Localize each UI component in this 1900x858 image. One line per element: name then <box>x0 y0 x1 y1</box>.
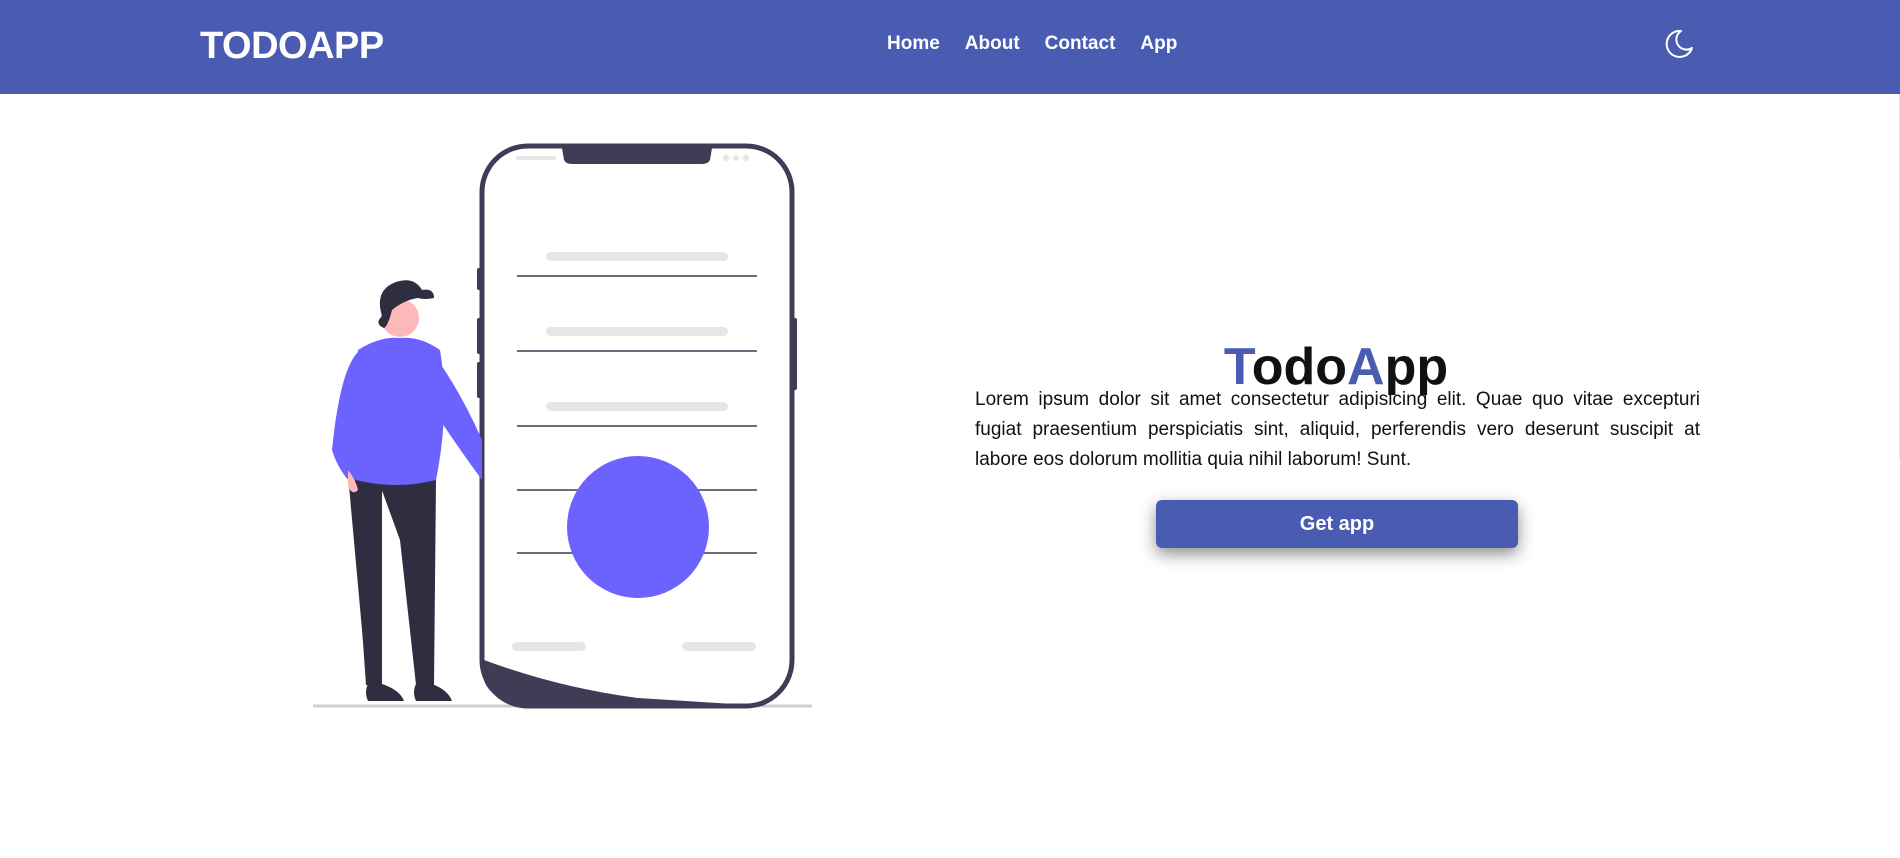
hero-description: Lorem ipsum dolor sit amet consectetur a… <box>975 389 1700 470</box>
nav-link-home[interactable]: Home <box>887 32 940 56</box>
nav-links: Home About Contact App <box>887 32 1177 56</box>
moon-icon <box>1665 29 1693 58</box>
theme-toggle-button[interactable] <box>1662 27 1696 61</box>
navbar: TODOAPP Home About Contact App <box>0 0 1900 94</box>
brand-logo[interactable]: TODOAPP <box>200 24 384 68</box>
nav-link-about[interactable]: About <box>965 32 1020 56</box>
nav-link-contact[interactable]: Contact <box>1045 32 1116 56</box>
get-app-button[interactable]: Get app <box>1156 500 1518 548</box>
person-with-phone-illustration <box>313 143 812 709</box>
nav-link-app[interactable]: App <box>1140 32 1177 56</box>
